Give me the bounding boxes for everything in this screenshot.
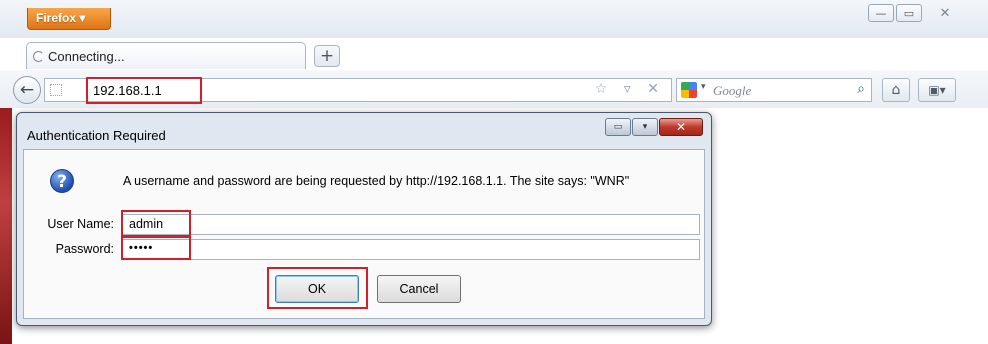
- site-identity-icon[interactable]: [50, 84, 62, 96]
- search-icon[interactable]: ⌕: [857, 81, 865, 97]
- restore-icon: ▭: [613, 122, 623, 132]
- firefox-menu-button[interactable]: Firefox ▾: [27, 8, 111, 30]
- password-label: Password:: [55, 242, 114, 256]
- url-highlight-box: [86, 77, 202, 104]
- dialog-controls: ▭ ▾ ✕: [605, 118, 703, 136]
- navigation-toolbar: ← 192.168.1.1 ☆ ▿ ✕ ▾ Google ⌕ ⌂ ▣▾: [0, 70, 988, 109]
- maximize-icon: ▭: [903, 6, 915, 20]
- ok-highlight-box: [267, 267, 368, 309]
- password-field[interactable]: •••••: [122, 239, 700, 260]
- new-tab-button[interactable]: +: [314, 45, 340, 67]
- cancel-button[interactable]: Cancel: [377, 275, 461, 303]
- google-engine-icon[interactable]: [681, 82, 697, 98]
- back-arrow-icon: ←: [19, 80, 35, 100]
- url-bar[interactable]: 192.168.1.1 ☆ ▿ ✕: [44, 77, 672, 104]
- username-label: User Name:: [47, 217, 114, 231]
- auth-message: A username and password are being reques…: [123, 174, 630, 188]
- dialog-title: Authentication Required: [27, 128, 166, 143]
- search-input[interactable]: Google: [713, 83, 751, 99]
- bookmarks-icon: ▣▾: [928, 83, 946, 97]
- username-field[interactable]: admin: [122, 214, 700, 235]
- tab-connecting[interactable]: Connecting...: [26, 42, 306, 69]
- home-button[interactable]: ⌂: [882, 78, 910, 102]
- close-window-button[interactable]: ✕: [924, 4, 966, 22]
- window-controls: — ▭ ✕: [868, 4, 966, 24]
- page-edge-decoration: [0, 108, 12, 344]
- home-icon: ⌂: [891, 82, 901, 98]
- minimize-button[interactable]: —: [868, 4, 894, 22]
- question-icon: ?: [50, 169, 74, 193]
- close-icon: ✕: [939, 5, 951, 21]
- authentication-dialog: Authentication Required ▭ ▾ ✕ ? A userna…: [16, 112, 712, 326]
- maximize-button[interactable]: ▭: [896, 4, 922, 22]
- dialog-restore-button[interactable]: ▭: [605, 118, 631, 136]
- minimize-icon: —: [875, 6, 887, 20]
- search-bar[interactable]: ▾ Google ⌕: [676, 78, 872, 102]
- back-button[interactable]: ←: [13, 76, 41, 104]
- password-highlight-box: [121, 236, 191, 260]
- close-icon: ✕: [675, 120, 687, 134]
- engine-dropdown-icon[interactable]: ▾: [701, 82, 706, 92]
- username-highlight-box: [121, 210, 191, 237]
- dialog-menu-button[interactable]: ▾: [632, 118, 658, 136]
- bookmarks-button[interactable]: ▣▾: [918, 78, 956, 102]
- loading-spinner-icon: [33, 50, 44, 62]
- dialog-body: ? A username and password are being requ…: [23, 149, 705, 319]
- tab-label: Connecting...: [48, 48, 125, 64]
- url-bar-tools[interactable]: ☆ ▿ ✕: [595, 81, 665, 97]
- chevron-down-icon: ▾: [642, 122, 648, 132]
- window-titlebar: Firefox ▾ — ▭ ✕: [0, 0, 988, 38]
- tab-bar: Connecting... +: [0, 38, 988, 70]
- dialog-close-button[interactable]: ✕: [659, 118, 703, 136]
